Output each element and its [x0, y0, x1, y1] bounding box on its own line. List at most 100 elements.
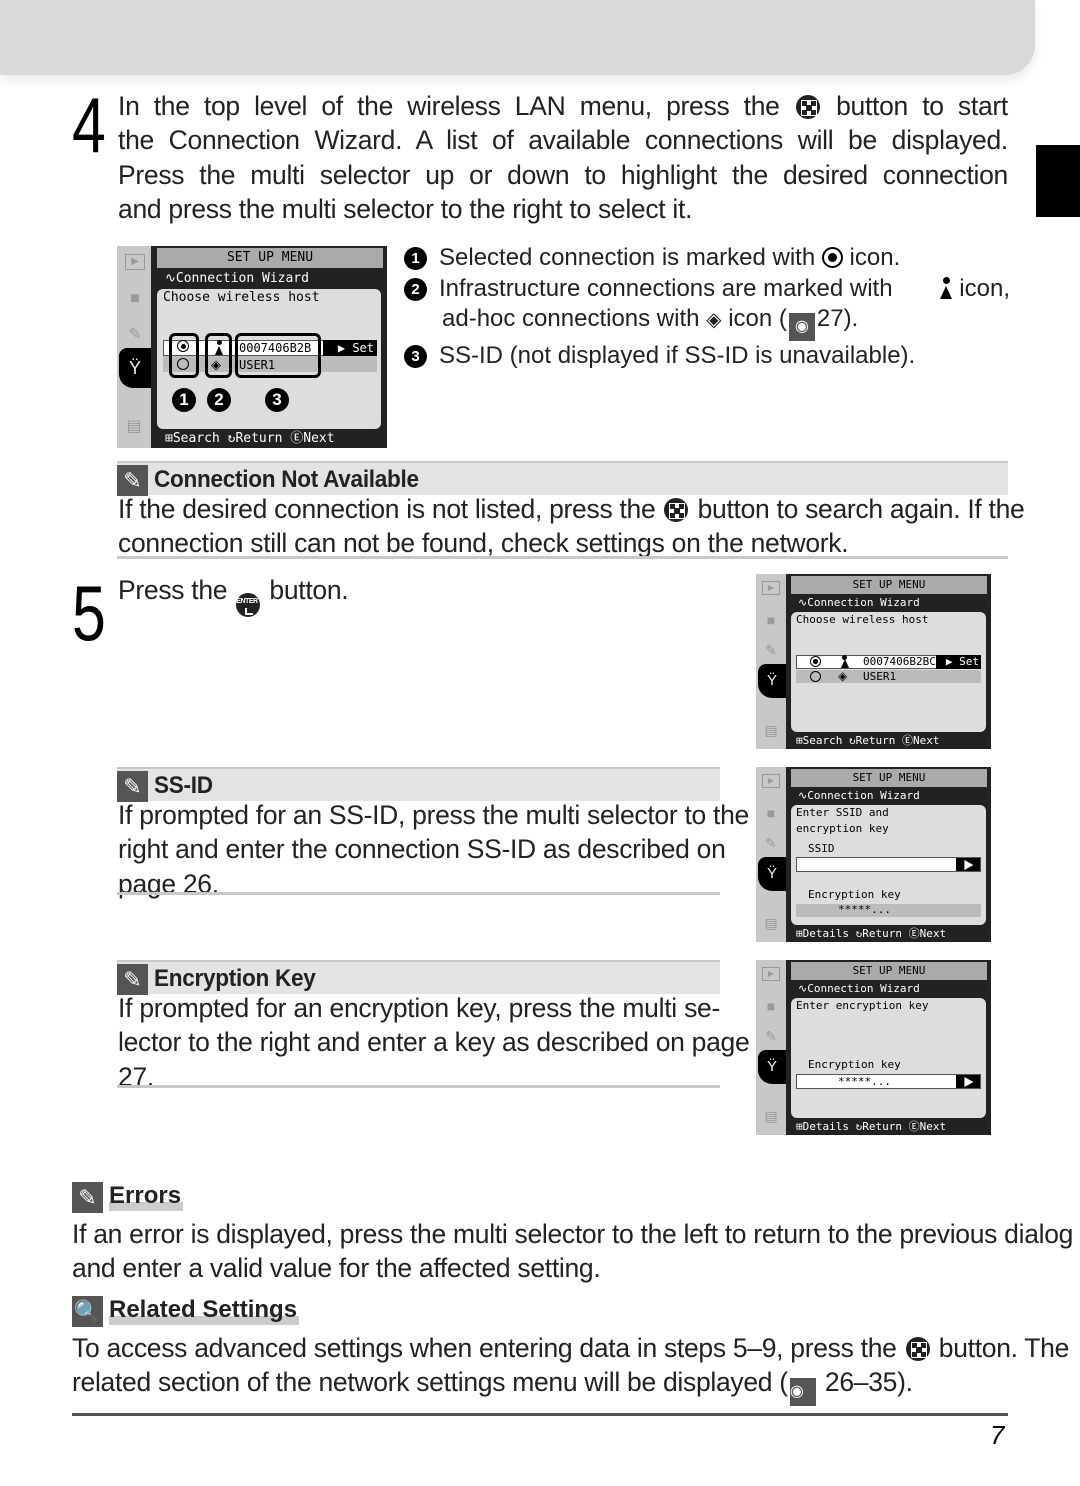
page-reference-icon: ◉ — [788, 313, 815, 342]
dialog-prompt: Choose wireless host — [163, 290, 320, 305]
ssid-edit-arrow-icon[interactable] — [956, 858, 980, 871]
step-5-text: Press the ENTER button. — [118, 573, 518, 617]
dialog-prompt: Enter encryption key — [796, 999, 929, 1012]
page-number: 7 — [990, 1420, 1005, 1450]
screen-footer: ⊞Details ↻Return ⒺNext — [796, 1120, 947, 1133]
unselected-radio-icon — [810, 671, 821, 682]
playback-icon: ▶ — [762, 967, 780, 981]
infrastructure-icon — [840, 655, 849, 668]
errors-title: Errors — [109, 1181, 184, 1211]
magnifier-tip-icon: 🔍 — [72, 1296, 103, 1327]
wrench-icon: Ÿ — [119, 348, 151, 388]
dialog-prompt: Choose wireless host — [796, 613, 929, 626]
multi-selector-button-icon — [664, 498, 689, 522]
pencil-note-icon: ✎ — [72, 1182, 103, 1213]
encryption-key-label: Encryption key — [808, 888, 901, 901]
wrench-icon: Ÿ — [758, 857, 786, 891]
step-4-text: In the top level of the wireless LAN men… — [118, 89, 1008, 226]
callout-box-3 — [235, 333, 321, 378]
adhoc-icon: ◈ — [838, 669, 848, 683]
menu-title: SET UP MENU — [791, 962, 987, 980]
pencil-icon: ✎ — [765, 642, 777, 658]
wizard-subtitle: ∿Connection Wizard — [798, 789, 920, 802]
screen-footer: ⊞Search ↻Return ⒺNext — [165, 431, 335, 446]
legend-item-2-cont: ad-hoc connections with ◈ icon (◉ 27). — [404, 304, 1010, 342]
dialog-prompt-1: Enter SSID and — [796, 806, 889, 819]
step-4-line-4: and press the multi selector to the righ… — [118, 193, 693, 224]
errors-text: If an error is displayed, press the mult… — [72, 1219, 1074, 1284]
encryption-key-label: Encryption key — [808, 1058, 901, 1071]
camera-screen-choose-host-annotated: ▶ ■ ✎ Ÿ ▤ SET UP MENU ∿Connection Wizard… — [117, 246, 387, 448]
step-4-line-2: the Connection Wizard. A list of availab… — [118, 125, 1008, 156]
legend-item-3: 3 SS-ID (not displayed if SS-ID is unavai… — [404, 341, 1010, 372]
pencil-icon: ✎ — [128, 326, 142, 343]
note-divider — [117, 1085, 720, 1088]
related-settings-text: To access advanced settings when enterin… — [72, 1331, 1069, 1407]
camera-icon: ■ — [766, 612, 776, 628]
wrench-icon: Ÿ — [758, 1050, 786, 1084]
menu-rail: ▶ ■ ✎ Ÿ ▤ — [756, 767, 786, 942]
note-ssid-header: ✎ SS-ID — [117, 767, 720, 802]
menu-rail: ▶ ■ ✎ Ÿ ▤ — [756, 960, 786, 1135]
callout-1: 1 — [172, 388, 196, 412]
encryption-key-edit-arrow-icon[interactable] — [956, 1075, 980, 1088]
menu-title: SET UP MENU — [791, 576, 987, 594]
note-connection-not-available-header: ✎ Connection Not Available — [117, 461, 1008, 496]
callout-box-2 — [205, 333, 232, 378]
multi-selector-button-icon — [905, 1337, 930, 1361]
wizard-subtitle: ∿Connection Wizard — [798, 596, 920, 609]
set-button[interactable]: ▶ Set — [936, 655, 981, 669]
screen-footer: ⊞Details ↻Return ⒺNext — [796, 927, 947, 940]
camera-screen-enter-ssid: ▶ ■ ✎ Ÿ ▤ SET UP MENU ∿Connection Wizard… — [756, 767, 991, 942]
infrastructure-icon — [939, 276, 953, 299]
set-button[interactable]: ▶ Set — [323, 340, 377, 356]
playback-icon: ▶ — [762, 581, 780, 595]
menu-title: SET UP MENU — [157, 248, 383, 268]
camera-icon: ■ — [766, 998, 776, 1014]
step-4-number: 4 — [72, 81, 106, 169]
note-encryption-key-text: If prompted for an encryption key, press… — [118, 993, 750, 1092]
ssid-row-2: USER1 — [863, 670, 897, 683]
legend-item-2: 2 Infrastructure connections are marked w… — [404, 274, 1010, 305]
callout-2: 2 — [207, 388, 231, 412]
chapter-tab — [1036, 145, 1080, 217]
step-4-line-3: Press the multi selector up or down to h… — [118, 159, 1008, 190]
wizard-subtitle: ∿Connection Wizard — [165, 271, 309, 286]
list-icon: ▤ — [764, 1108, 778, 1124]
pencil-icon: ✎ — [765, 1028, 777, 1044]
list-icon: ▤ — [126, 418, 142, 435]
menu-title: SET UP MENU — [791, 769, 987, 787]
selected-radio-icon — [810, 656, 821, 667]
selected-radio-icon — [821, 247, 843, 268]
page-reference-icon: ◉ — [789, 1378, 816, 1407]
note-divider — [117, 556, 1008, 559]
camera-icon: ■ — [130, 290, 140, 307]
errors-header: ✎ Errors — [72, 1181, 372, 1214]
multi-selector-button-icon — [795, 95, 820, 119]
wrench-icon: Ÿ — [758, 664, 786, 698]
related-settings-title: Related Settings — [109, 1295, 300, 1325]
playback-icon: ▶ — [762, 774, 780, 788]
legend-item-1: 1 Selected connection is marked with icon… — [404, 243, 1010, 274]
wizard-subtitle: ∿Connection Wizard — [798, 982, 920, 995]
note-encryption-key-header: ✎ Encryption Key — [117, 960, 720, 995]
step-4-line-1: In the top level of the wireless LAN men… — [118, 91, 1008, 121]
list-icon: ▤ — [764, 722, 778, 738]
note-connection-not-available-text: If the desired connection is not listed,… — [118, 494, 1025, 559]
footer-rule — [72, 1413, 1008, 1416]
camera-icon: ■ — [766, 805, 776, 821]
pencil-icon: ✎ — [765, 835, 777, 851]
note-ssid-text: If prompted for an SS-ID, press the mult… — [118, 800, 749, 899]
enter-button-icon: ENTER — [236, 593, 261, 617]
ssid-field[interactable] — [796, 857, 981, 872]
ssid-label: SSID — [808, 842, 835, 855]
note-divider — [117, 892, 720, 895]
ssid-row-1: 0007406B2BC — [863, 655, 936, 668]
legend: 1 Selected connection is marked with icon… — [404, 243, 1010, 372]
menu-rail: ▶ ■ ✎ Ÿ ▤ — [117, 246, 151, 448]
adhoc-icon: ◈ — [706, 309, 722, 332]
related-settings-header: 🔍 Related Settings — [72, 1295, 372, 1328]
encryption-key-value: *****... — [838, 903, 891, 916]
encryption-key-value: *****... — [838, 1075, 891, 1088]
callout-3: 3 — [265, 388, 289, 412]
